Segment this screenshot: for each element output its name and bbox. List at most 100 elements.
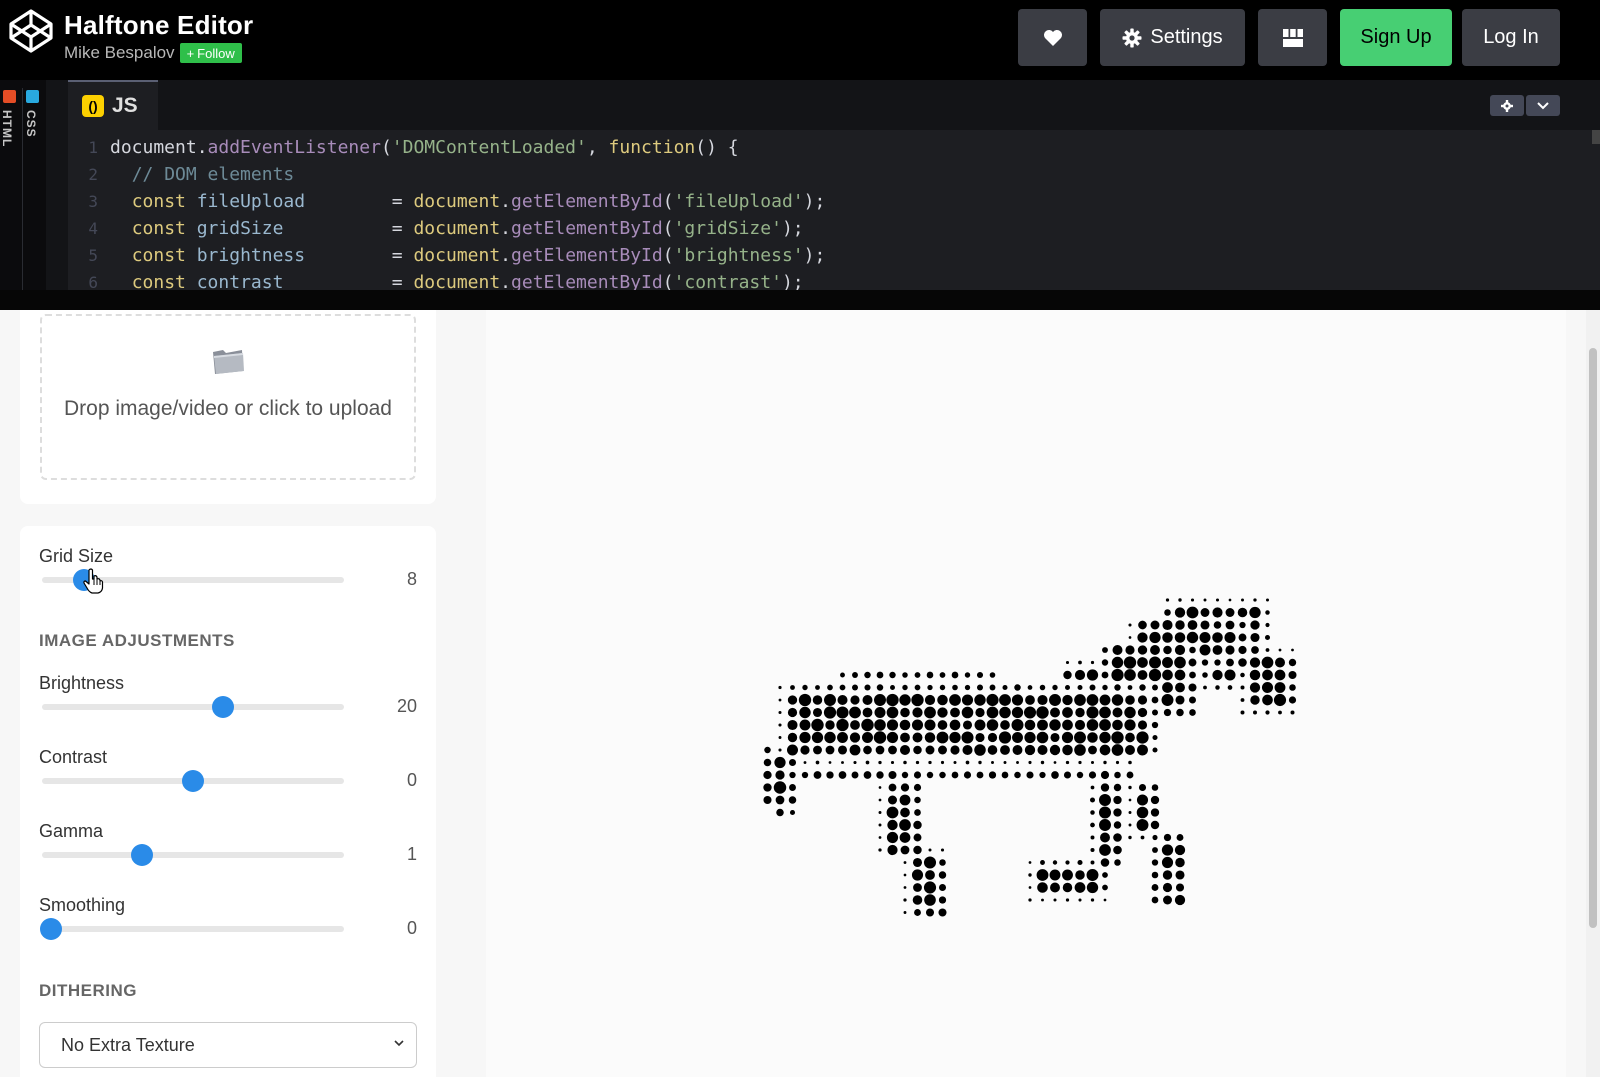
halftone-dot (925, 908, 935, 917)
brightness-slider[interactable] (42, 696, 344, 718)
halftone-dot (1212, 669, 1223, 681)
halftone-dot (1186, 606, 1199, 619)
love-button[interactable] (1018, 9, 1087, 66)
code-token: 'DOMContentLoaded' (391, 137, 587, 158)
halftone-dot (1240, 672, 1245, 678)
layout-button[interactable] (1258, 9, 1327, 66)
halftone-dot (1136, 794, 1149, 806)
js-tab[interactable]: () JS (68, 80, 158, 130)
halftone-dot (1114, 859, 1121, 866)
brightness-slider-thumb[interactable] (212, 696, 235, 718)
log-in-button[interactable]: Log In (1462, 9, 1560, 66)
result-preview: Drop image/video or click to upload Grid… (0, 310, 1600, 1077)
halftone-dot (1265, 598, 1270, 602)
html-tab[interactable]: HTML (0, 88, 20, 238)
settings-button[interactable]: Settings (1100, 9, 1245, 66)
top-header: Halftone Editor Mike Bespalov + Follow S… (0, 0, 1600, 80)
code-line[interactable]: 6 const contrast = document.getElementBy… (68, 269, 1600, 290)
halftone-dot (924, 894, 936, 906)
halftone-dot (1111, 656, 1124, 669)
halftone-dot (1041, 898, 1044, 902)
upload-dropzone[interactable]: Drop image/video or click to upload (40, 314, 416, 480)
halftone-dot (975, 707, 985, 718)
dithering-select[interactable]: No Extra Texture (39, 1022, 417, 1068)
halftone-dot (1124, 669, 1136, 681)
halftone-dot (1136, 731, 1149, 744)
halftone-dot (1137, 670, 1148, 680)
gamma-slider-thumb[interactable] (130, 844, 153, 866)
page-scrollbar[interactable] (1586, 310, 1600, 1077)
js-editor-pane[interactable]: () JS 1 document.addEventListener('DOMCo… (68, 80, 1600, 290)
halftone-dot (887, 819, 898, 831)
halftone-dot (1128, 798, 1132, 802)
halftone-dot (923, 881, 937, 894)
halftone-dot (1075, 870, 1085, 880)
contrast-slider-thumb[interactable] (182, 770, 204, 792)
editor-collapse-button[interactable] (1526, 95, 1560, 116)
code-token: ); (803, 191, 826, 212)
halftone-dot (886, 719, 899, 731)
author-name[interactable]: Mike Bespalov (64, 43, 175, 63)
halftone-dot (1163, 708, 1172, 717)
gear-icon (1122, 28, 1142, 47)
halftone-dot (874, 719, 886, 731)
halftone-dot (1151, 871, 1159, 879)
halftone-dot (849, 706, 861, 719)
code-line[interactable]: 1 document.addEventListener('DOMContentLo… (68, 134, 1600, 161)
halftone-dot (974, 744, 986, 756)
halftone-dot (1199, 631, 1211, 644)
halftone-dot (937, 720, 948, 730)
halftone-dot (1003, 761, 1007, 764)
halftone-dot (1128, 785, 1132, 790)
smoothing-slider-thumb[interactable] (40, 918, 63, 940)
halftone-dot (838, 771, 847, 779)
halftone-dot (924, 732, 936, 743)
halftone-dot (986, 719, 999, 731)
halftone-dot (991, 761, 994, 764)
halftone-dot (1278, 710, 1282, 715)
halftone-dot (1137, 720, 1148, 730)
halftone-dot (1151, 696, 1159, 704)
halftone-dot (1241, 598, 1244, 602)
halftone-dot (1152, 747, 1158, 753)
smoothing-slider[interactable] (40, 918, 344, 940)
js-tab-bar: () JS (68, 80, 1600, 144)
code-line[interactable]: 5 const brightness = document.getElement… (68, 242, 1600, 269)
code-content[interactable]: 1 document.addEventListener('DOMContentLo… (68, 134, 1600, 290)
halftone-dot (778, 698, 782, 702)
code-line[interactable]: 2 // DOM elements (68, 161, 1600, 188)
halftone-dot (1025, 695, 1035, 705)
code-token: . (500, 191, 512, 212)
code-line[interactable]: 3 const fileUpload = document.getElement… (68, 188, 1600, 215)
halftone-dot (1175, 682, 1185, 693)
follow-button[interactable]: + Follow (179, 43, 242, 63)
halftone-dot (903, 886, 907, 889)
halftone-horse-image (763, 598, 1297, 917)
halftone-dot (913, 745, 922, 755)
halftone-dot (989, 672, 996, 678)
code-token: 'fileUpload' (673, 191, 804, 212)
page-scrollbar-thumb[interactable] (1589, 348, 1597, 928)
editor-settings-button[interactable] (1490, 95, 1524, 116)
codepen-logo-icon[interactable] (8, 8, 54, 54)
halftone-dot (825, 745, 835, 755)
halftone-dot (903, 898, 907, 902)
contrast-slider[interactable] (42, 770, 344, 792)
halftone-dot (925, 745, 935, 755)
halftone-dot (940, 848, 945, 852)
halftone-dot (1040, 760, 1045, 765)
code-line[interactable]: 4 const gridSize = document.getElementBy… (68, 215, 1600, 242)
halftone-dot (878, 798, 882, 802)
halftone-dot (1012, 745, 1023, 755)
halftone-dot (1049, 869, 1061, 881)
sign-up-button[interactable]: Sign Up (1340, 9, 1452, 66)
halftone-dot (763, 795, 772, 805)
editor-resize-bar[interactable] (0, 290, 1600, 310)
halftone-dot (773, 781, 787, 794)
halftone-dot (1053, 898, 1057, 902)
halftone-dot (1288, 670, 1297, 680)
gamma-slider[interactable] (42, 844, 344, 866)
css-tab[interactable]: CSS (22, 88, 42, 298)
halftone-canvas[interactable] (486, 310, 1566, 1077)
